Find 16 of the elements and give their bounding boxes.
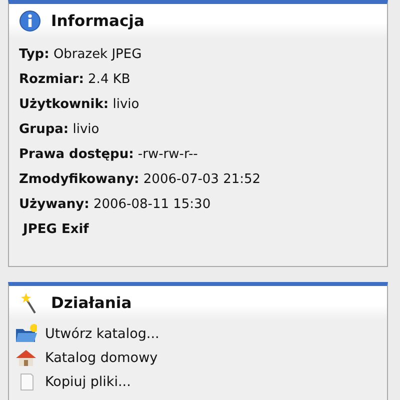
detail-text: Rozmiar: 2.4 KB [19, 71, 132, 89]
detail-text: Użytkownik: livio [19, 96, 140, 114]
detail-text: Grupa: livio [19, 121, 100, 139]
detail-text: Zmodyfikowany: 2006-07-03 21:52 [19, 171, 262, 189]
folder-icon [15, 323, 37, 345]
action-link[interactable]: Kopiuj pliki... [15, 370, 387, 394]
panel-title: Działania [51, 294, 132, 312]
detail-text: Używany: 2006-08-11 15:30 [19, 196, 212, 214]
action-link[interactable]: Utwórz katalog... [15, 322, 387, 346]
action-link[interactable]: Katalog domowy [15, 346, 387, 370]
panel-title: Informacja [51, 12, 144, 30]
detail-text: Prawa dostępu: -rw-rw-r-- [19, 146, 199, 164]
info-icon [19, 10, 41, 32]
detail-text: Typ: Obrazek JPEG [19, 46, 143, 64]
section-label: JPEG Exif [21, 221, 90, 239]
house-icon [15, 347, 37, 369]
